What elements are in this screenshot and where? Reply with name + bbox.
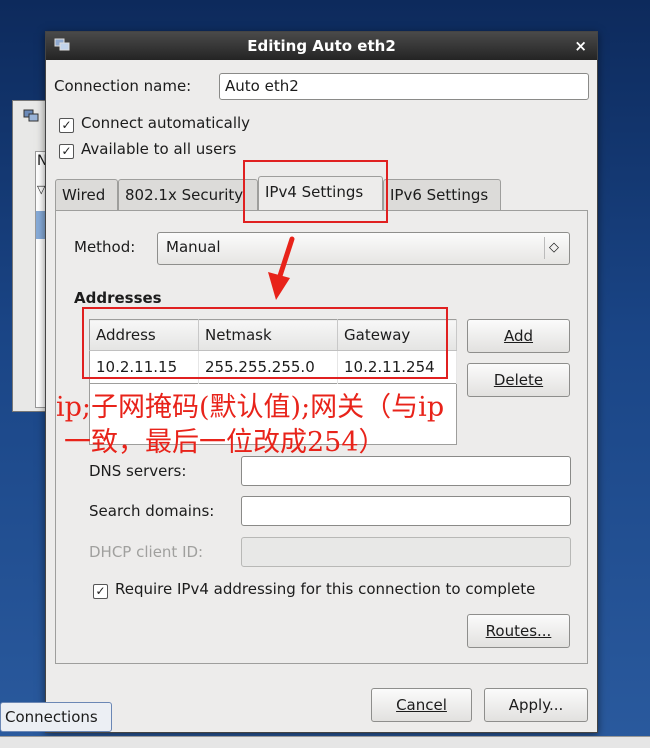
method-label: Method: [74, 238, 136, 256]
tab-ipv6-settings[interactable]: IPv6 Settings [383, 179, 501, 211]
annotation-text-line1: ip;子网掩码(默认值);网关（与ip [56, 392, 445, 423]
search-domains-input[interactable] [241, 496, 571, 526]
dhcp-client-id-input [241, 537, 571, 567]
add-address-button[interactable]: Add [467, 319, 570, 353]
method-select[interactable]: Manual ◇ [157, 232, 570, 265]
close-icon[interactable]: × [574, 37, 587, 55]
require-ipv4-checkbox[interactable]: ✓ [93, 584, 108, 599]
dialog-title: Editing Auto eth2 [247, 37, 396, 55]
annotation-highlight-ipv4-tab [243, 160, 388, 223]
search-domains-label: Search domains: [89, 502, 215, 520]
connection-name-label: Connection name: [54, 77, 192, 95]
method-value: Manual [166, 238, 221, 256]
routes-button[interactable]: Routes... [467, 614, 570, 648]
addresses-heading: Addresses [74, 289, 162, 307]
annotation-text-line2: 一致，最后一位改成254） [64, 427, 386, 458]
editing-connection-dialog: Editing Auto eth2 × Connection name: Aut… [45, 31, 598, 733]
dns-servers-input[interactable] [241, 456, 571, 486]
apply-button[interactable]: Apply... [484, 688, 588, 722]
annotation-highlight-address-row [82, 307, 448, 379]
require-ipv4-label: Require IPv4 addressing for this connect… [115, 580, 536, 598]
taskbar [0, 736, 650, 748]
connect-automatically-label: Connect automatically [81, 114, 251, 132]
tab-802-1x-security[interactable]: 802.1x Security [118, 179, 258, 211]
cancel-button[interactable]: Cancel [371, 688, 472, 722]
tab-wired[interactable]: Wired [55, 179, 118, 211]
connections-button[interactable]: Connections [0, 702, 112, 732]
dns-servers-label: DNS servers: [89, 462, 187, 480]
connection-name-input[interactable]: Auto eth2 [219, 73, 589, 100]
available-all-users-label: Available to all users [81, 140, 237, 158]
delete-address-button[interactable]: Delete [467, 363, 570, 397]
combo-arrow-icon: ◇ [544, 237, 563, 259]
network-icon [23, 109, 39, 122]
connect-automatically-checkbox[interactable]: ✓ [59, 118, 74, 133]
annotation-arrow-icon [268, 236, 295, 300]
available-all-users-checkbox[interactable]: ✓ [59, 144, 74, 159]
title-bar: Editing Auto eth2 × [46, 32, 597, 60]
dhcp-client-id-label: DHCP client ID: [89, 543, 204, 561]
